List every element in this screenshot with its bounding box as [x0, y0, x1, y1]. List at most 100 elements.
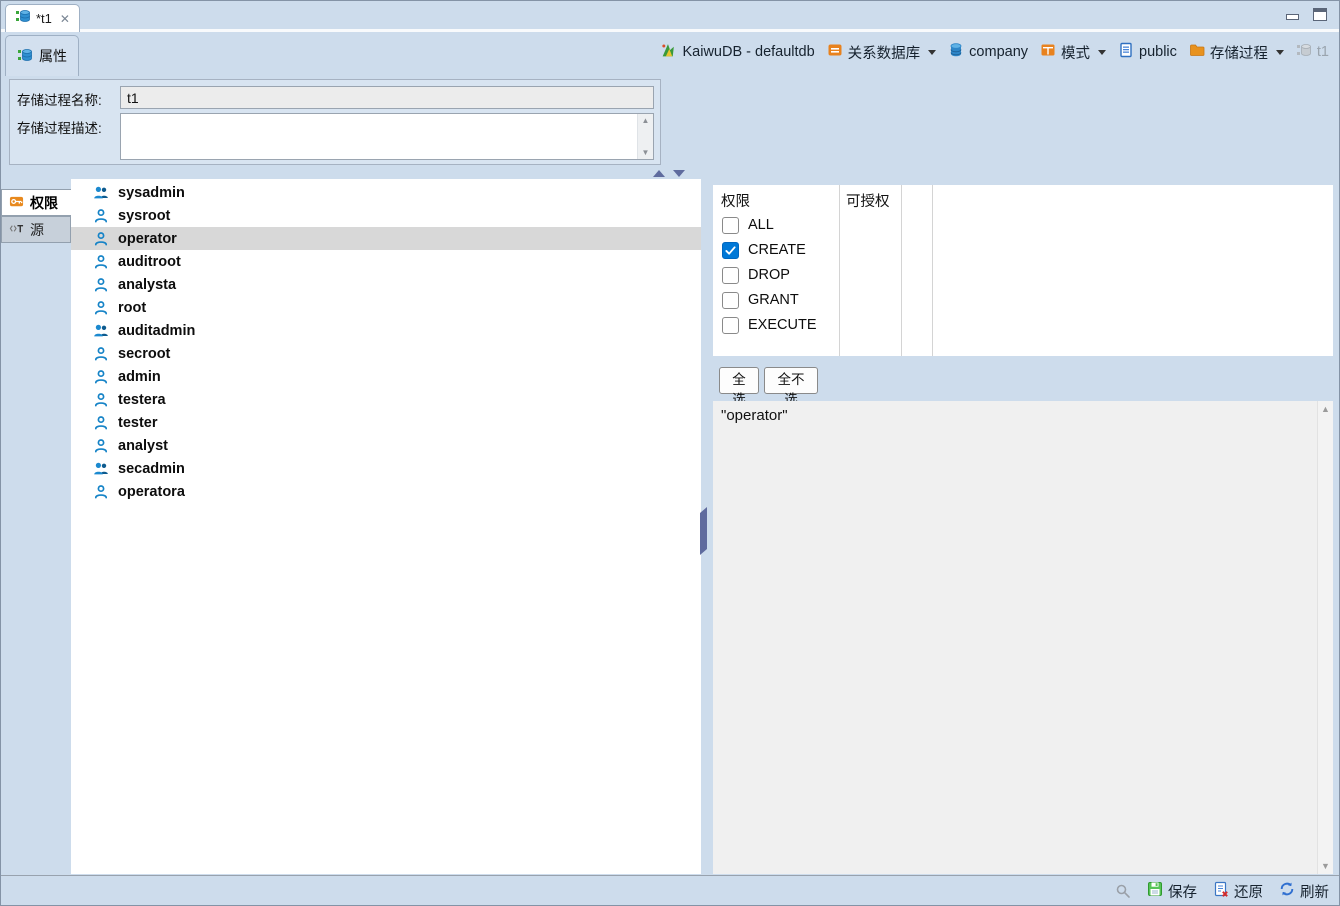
tab-properties[interactable]: 属性: [5, 35, 79, 76]
permission-label: GRANT: [748, 292, 799, 308]
name-label: 存储过程名称:: [17, 89, 102, 109]
checkbox-drop[interactable]: [722, 267, 739, 284]
user-row-auditadmin[interactable]: auditadmin: [71, 319, 701, 342]
user-row-auditroot[interactable]: auditroot: [71, 250, 701, 273]
breadcrumb-item[interactable]: public: [1114, 40, 1181, 64]
folder-icon: [1189, 42, 1205, 62]
key-icon: [9, 194, 24, 212]
user-icon: [93, 277, 109, 293]
breadcrumb-item[interactable]: 模式: [1036, 40, 1110, 65]
chevron-down-icon[interactable]: [1098, 50, 1106, 55]
user-icon: [93, 369, 109, 385]
expand-right-icon[interactable]: [700, 526, 707, 555]
permission-row-execute: EXECUTE: [722, 314, 817, 336]
chevron-down-icon[interactable]: [1276, 50, 1284, 55]
maximize-icon[interactable]: [1313, 8, 1327, 21]
minimize-icon[interactable]: [1286, 14, 1299, 20]
breadcrumb-item[interactable]: KaiwuDB - defaultdb: [656, 40, 818, 65]
statusbar: 保存 还原 刷新: [1, 875, 1339, 906]
refresh-label: 刷新: [1300, 881, 1329, 902]
scroll-down-icon[interactable]: ▼: [642, 148, 650, 157]
vertical-sash-control[interactable]: [700, 532, 707, 550]
user-row-operator[interactable]: operator: [71, 227, 701, 250]
user-row-testera[interactable]: testera: [71, 388, 701, 411]
scroll-down-icon[interactable]: ▼: [1321, 861, 1330, 871]
collapse-up-icon[interactable]: [653, 170, 665, 177]
breadcrumb-item[interactable]: t1: [1292, 40, 1333, 64]
close-icon[interactable]: ✕: [60, 13, 70, 25]
user-name: sysroot: [118, 208, 170, 224]
schema-document-icon: [1118, 42, 1134, 62]
permission-table: 权限 可授权 ALLCREATEDROPGRANTEXECUTE: [713, 185, 1333, 356]
user-name: secroot: [118, 346, 170, 362]
source-tab-label: 源: [30, 220, 44, 240]
user-row-root[interactable]: root: [71, 296, 701, 319]
user-row-sysroot[interactable]: sysroot: [71, 204, 701, 227]
scroll-up-icon[interactable]: ▲: [642, 116, 650, 125]
user-name: auditroot: [118, 254, 181, 270]
select-all-button[interactable]: 全选: [719, 367, 759, 394]
procedure-name-input[interactable]: [120, 86, 654, 109]
checkbox-all[interactable]: [722, 217, 739, 234]
user-row-analysta[interactable]: analysta: [71, 273, 701, 296]
description-scrollbar[interactable]: ▲ ▼: [637, 114, 653, 159]
breadcrumb-label: 关系数据库: [848, 42, 921, 63]
breadcrumb-label: company: [969, 44, 1028, 60]
user-name: auditadmin: [118, 323, 195, 339]
user-list: sysadminsysrootoperatorauditrootanalysta…: [71, 179, 701, 874]
user-icon: [93, 392, 109, 408]
chevron-down-icon[interactable]: [928, 50, 936, 55]
user-row-admin[interactable]: admin: [71, 365, 701, 388]
breadcrumb-item[interactable]: 关系数据库: [823, 40, 941, 65]
user-name: admin: [118, 369, 161, 385]
user-name: analyst: [118, 438, 168, 454]
schema-grid-icon: [1040, 42, 1056, 62]
kaiwudb-logo-icon: [660, 42, 677, 63]
breadcrumb-item[interactable]: 存储过程: [1185, 40, 1288, 65]
user-name: operatora: [118, 484, 185, 500]
group-icon: [93, 185, 109, 201]
save-button[interactable]: 保存: [1147, 881, 1197, 902]
scroll-up-icon[interactable]: ▲: [1321, 404, 1330, 414]
revert-button[interactable]: 还原: [1213, 881, 1263, 902]
permission-row-drop: DROP: [722, 264, 790, 286]
save-label: 保存: [1168, 881, 1197, 902]
select-none-button[interactable]: 全不选: [764, 367, 818, 394]
user-icon: [93, 254, 109, 270]
user-row-tester[interactable]: tester: [71, 411, 701, 434]
side-tab-source[interactable]: 源: [1, 216, 71, 243]
procedure-gray-icon: [1296, 42, 1312, 62]
user-name: operator: [118, 231, 177, 247]
permissions-tab-label: 权限: [30, 193, 58, 213]
preview-scrollbar[interactable]: ▲ ▼: [1317, 401, 1333, 874]
permission-label: DROP: [748, 267, 790, 283]
checkbox-grant[interactable]: [722, 292, 739, 309]
user-row-sysadmin[interactable]: sysadmin: [71, 181, 701, 204]
user-row-secadmin[interactable]: secadmin: [71, 457, 701, 480]
database-icon: [948, 42, 964, 62]
permission-row-all: ALL: [722, 214, 774, 236]
database-folder-icon: [827, 42, 843, 62]
description-label: 存储过程描述:: [17, 117, 102, 137]
save-icon: [1147, 881, 1163, 901]
checkbox-create[interactable]: [722, 242, 739, 259]
user-icon: [93, 484, 109, 500]
user-row-secroot[interactable]: secroot: [71, 342, 701, 365]
editor-tab-t1[interactable]: *t1 ✕: [5, 4, 80, 32]
breadcrumb-item[interactable]: company: [944, 40, 1032, 64]
user-name: testera: [118, 392, 166, 408]
search-button[interactable]: [1115, 883, 1131, 899]
user-icon: [93, 438, 109, 454]
user-row-analyst[interactable]: analyst: [71, 434, 701, 457]
refresh-button[interactable]: 刷新: [1279, 881, 1329, 902]
user-icon: [93, 346, 109, 362]
horizontal-sash-control[interactable]: [653, 170, 685, 177]
refresh-icon: [1279, 881, 1295, 901]
expand-down-icon[interactable]: [673, 170, 685, 177]
checkbox-execute[interactable]: [722, 317, 739, 334]
grant-preview-pane: "operator" ▲ ▼: [713, 401, 1333, 874]
permission-label: EXECUTE: [748, 317, 817, 333]
procedure-description-input[interactable]: ▲ ▼: [120, 113, 654, 160]
side-tab-permissions[interactable]: 权限: [1, 189, 71, 216]
user-row-operatora[interactable]: operatora: [71, 480, 701, 503]
